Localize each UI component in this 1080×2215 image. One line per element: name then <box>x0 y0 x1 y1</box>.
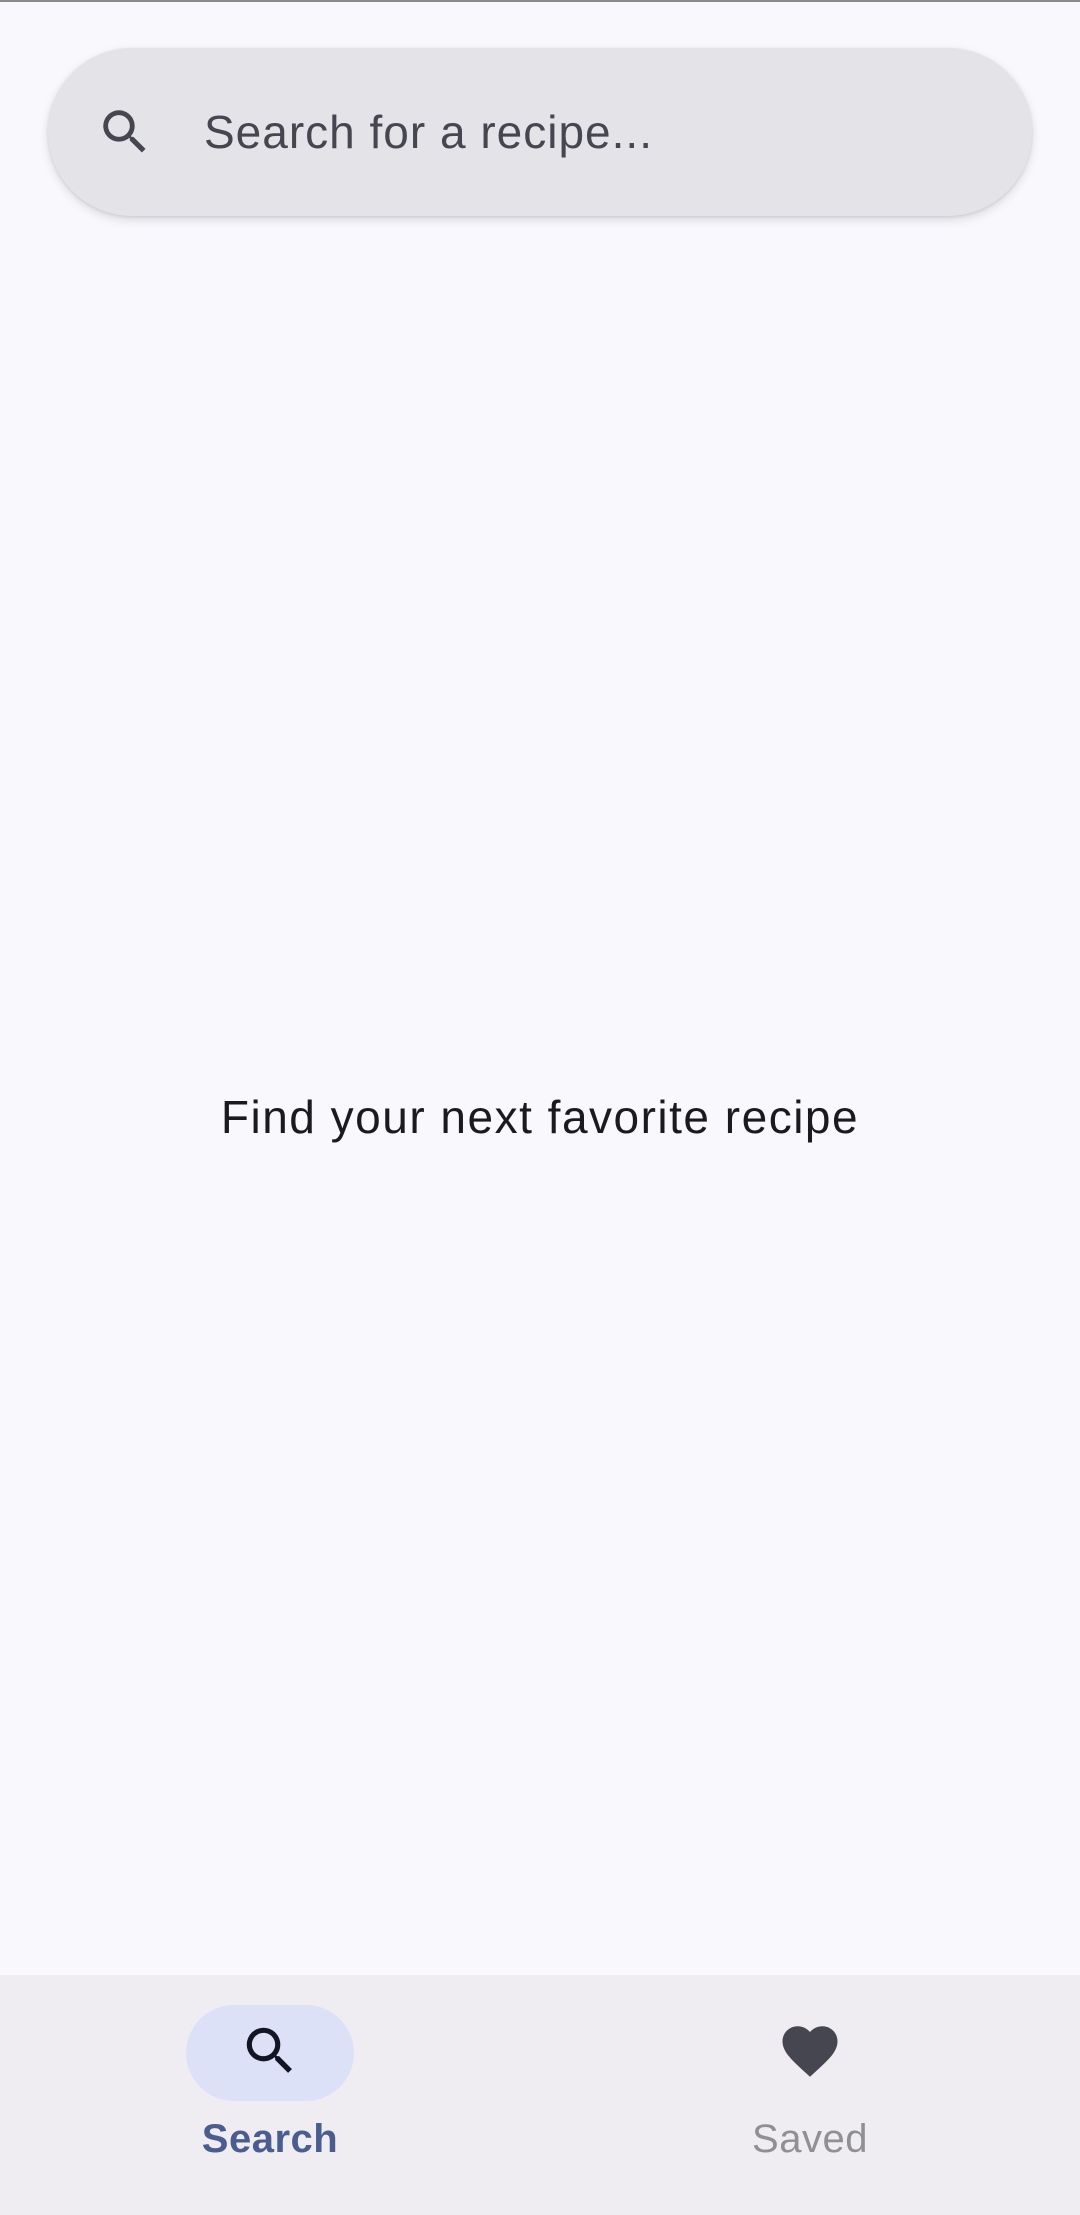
nav-saved-indicator[interactable] <box>726 2005 894 2101</box>
nav-item-saved[interactable]: Saved <box>540 1975 1080 2215</box>
empty-state-message: Find your next favorite recipe <box>220 1091 860 1143</box>
search-icon[interactable] <box>90 97 160 167</box>
search-input[interactable] <box>202 47 1032 217</box>
heart-icon <box>777 2018 843 2089</box>
search-bar[interactable] <box>48 47 1032 217</box>
top-divider <box>0 0 1080 2</box>
nav-label-saved: Saved <box>752 2117 868 2161</box>
nav-item-search[interactable]: Search <box>0 1975 540 2215</box>
nav-label-search: Search <box>201 2117 339 2161</box>
bottom-navigation: Search Saved <box>0 1975 1080 2215</box>
search-icon <box>239 2020 301 2087</box>
nav-search-indicator[interactable] <box>186 2005 354 2101</box>
